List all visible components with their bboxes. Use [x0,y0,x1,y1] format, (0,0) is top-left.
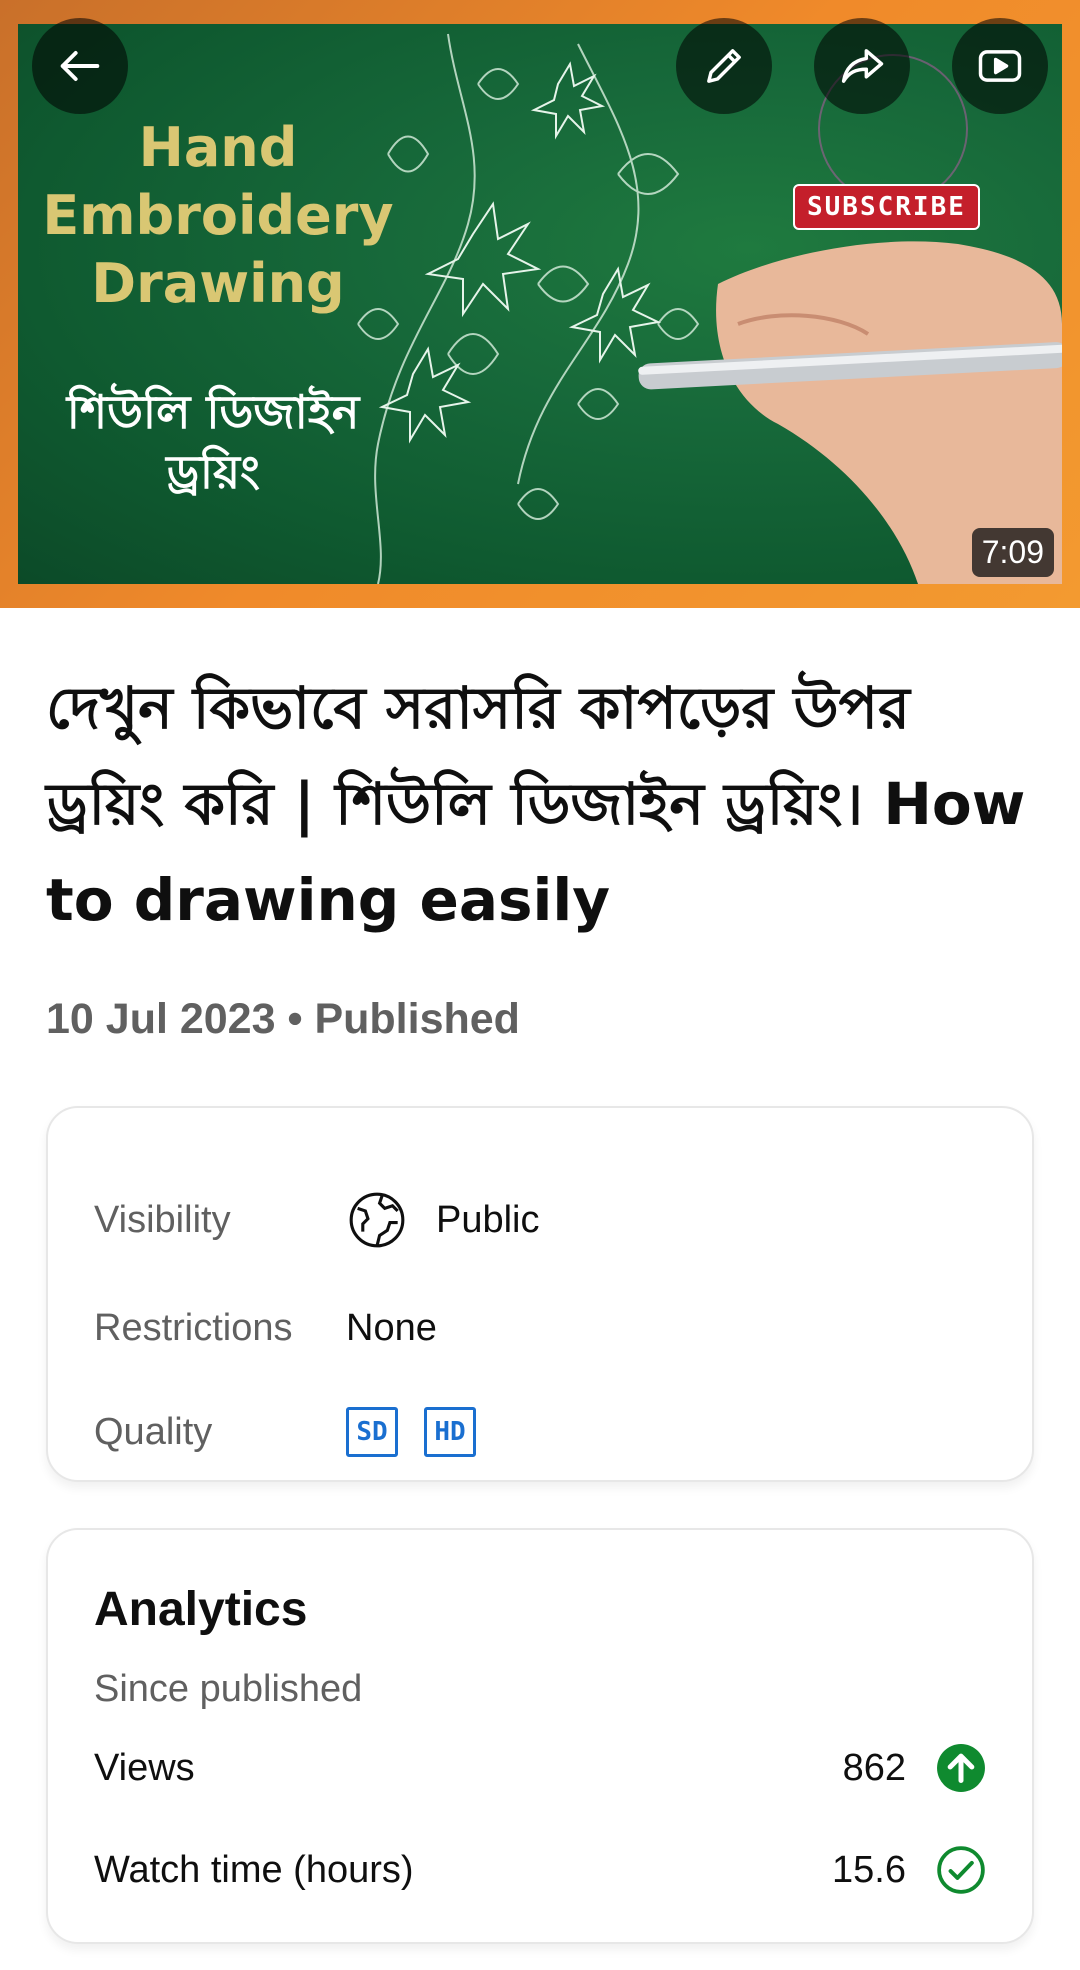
thumbnail-title: Hand Embroidery Drawing [42,116,394,315]
publish-meta: 10 Jul 2023 • Published [46,995,520,1043]
share-button[interactable] [814,18,910,114]
hd-badge: HD [424,1407,476,1457]
video-thumbnail[interactable]: Hand Embroidery Drawing শিউলি ডিজাইন ড্র… [0,0,1080,608]
visibility-row[interactable]: Visibility Public [94,1190,986,1250]
thumbnail-subtitle: শিউলি ডিজাইন ড্রয়িং [66,385,360,499]
views-metric: Views 862 [94,1738,986,1798]
analytics-title: Analytics [94,1583,308,1636]
visibility-label: Visibility [94,1198,231,1241]
watch-time-value: 15.6 [832,1848,906,1891]
youtube-button[interactable] [952,18,1048,114]
edit-button[interactable] [676,18,772,114]
video-details-card: Visibility Public Restrictions None Qual… [46,1106,1034,1482]
restrictions-value: None [346,1306,437,1349]
thumbnail-image: Hand Embroidery Drawing শিউলি ডিজাইন ড্র… [18,24,1062,584]
edit-pencil-icon [707,49,741,83]
watch-time-label: Watch time (hours) [94,1848,414,1891]
views-label: Views [94,1746,195,1789]
analytics-subtitle: Since published [94,1668,363,1710]
video-duration: 7:09 [971,528,1054,577]
youtube-play-icon [978,50,1022,82]
subscribe-badge: SUBSCRIBE [793,184,980,230]
back-button[interactable] [32,18,128,114]
video-title: দেখুন কিভাবে সরাসরি কাপড়ের উপর ড্রয়িং … [46,674,1026,934]
arrow-up-icon [937,1744,985,1792]
globe-icon [349,1192,405,1248]
back-arrow-icon [60,51,100,81]
quality-row: Quality SD HD [94,1402,986,1462]
sd-badge: SD [346,1407,398,1457]
check-circle-icon [937,1846,985,1894]
quality-label: Quality [94,1410,213,1453]
visibility-value: Public [436,1198,540,1241]
restrictions-label: Restrictions [94,1306,293,1349]
share-icon [841,49,884,83]
restrictions-row[interactable]: Restrictions None [94,1298,986,1358]
views-value: 862 [842,1746,906,1789]
watch-time-metric: Watch time (hours) 15.6 [94,1840,986,1900]
analytics-card[interactable]: Analytics Since published Views 862 Watc… [46,1528,1034,1944]
